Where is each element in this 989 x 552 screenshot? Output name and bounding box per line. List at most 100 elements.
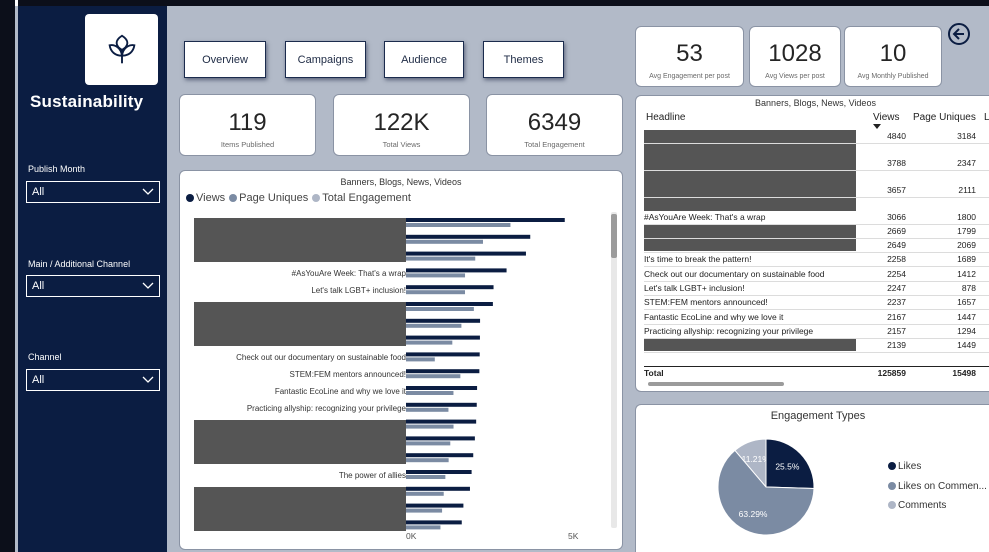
kpi-avg-views: 1028 Avg Views per post (749, 26, 841, 87)
bar-views[interactable] (406, 520, 462, 525)
table-cell-headline: Check out our documentary on sustainable… (644, 269, 825, 279)
bar-page-uniques[interactable] (406, 391, 454, 395)
table-cell-page-uniques: 1799 (957, 226, 976, 236)
bar-page-uniques[interactable] (406, 441, 451, 446)
bar-page-uniques[interactable] (406, 357, 435, 362)
bar-views[interactable] (406, 386, 478, 390)
bar-views[interactable] (406, 402, 477, 407)
legend-item-views[interactable]: Views (186, 192, 225, 204)
table-row-divider (644, 252, 989, 253)
col-header-likes[interactable]: L (984, 112, 989, 123)
bar-row-label: #AsYouAre Week: That's a wrap (291, 269, 406, 279)
table-row-divider (644, 143, 989, 144)
table-cell-views: 2669 (887, 226, 906, 236)
bar-page-uniques[interactable] (406, 424, 454, 429)
x-tick-0: 0K (406, 531, 417, 541)
publish-month-dropdown[interactable]: All (26, 181, 160, 203)
table-row-divider (644, 352, 989, 353)
col-header-headline[interactable]: Headline (646, 112, 685, 123)
bar-views[interactable] (406, 503, 464, 508)
bar-views[interactable] (406, 302, 493, 306)
pie-legend-likes-on-comments[interactable]: Likes on Commen... (888, 481, 987, 492)
table-row-divider (644, 238, 989, 239)
table-row-divider (644, 338, 989, 339)
back-arrow-icon[interactable] (947, 22, 971, 46)
bar-views[interactable] (406, 436, 475, 441)
headline-table-card: Banners, Blogs, News, Videos Headline Vi… (635, 95, 989, 392)
table-cell-headline: Practicing allyship: recognizing your pr… (644, 326, 814, 336)
bar-page-uniques[interactable] (406, 458, 449, 463)
table-cell-views: 2167 (887, 312, 906, 322)
bar-page-uniques[interactable] (406, 290, 466, 295)
col-header-views[interactable]: Views (873, 112, 900, 123)
kpi-value: 10 (879, 40, 907, 67)
pie-data-label: 63.29% (739, 509, 768, 519)
bar-views[interactable] (406, 268, 507, 273)
bar-page-uniques[interactable] (406, 239, 483, 244)
app-window: Sustainability Publish Month All Main / … (0, 0, 989, 552)
chart-legend: Views Page Uniques Total Engagement (186, 192, 411, 204)
filter-label-channel: Channel (28, 352, 62, 362)
kpi-total-engagement: 6349 Total Engagement (486, 94, 623, 156)
bar-views[interactable] (406, 470, 472, 474)
bar-page-uniques[interactable] (406, 508, 443, 513)
channel-dropdown[interactable]: All (26, 369, 160, 391)
kpi-avg-monthly-published: 10 Avg Monthly Published (844, 26, 942, 87)
legend-item-page-uniques[interactable]: Page Uniques (229, 192, 308, 204)
tab-audience[interactable]: Audience (384, 41, 464, 78)
legend-item-total-engagement[interactable]: Total Engagement (312, 192, 411, 204)
bar-page-uniques[interactable] (406, 374, 461, 379)
bar-views[interactable] (406, 234, 531, 239)
bar-page-uniques[interactable] (406, 323, 462, 328)
table-cell-page-uniques: 878 (961, 283, 976, 293)
table-cell-views: 2157 (887, 326, 906, 336)
bar-views[interactable] (406, 369, 480, 374)
kpi-value: 6349 (527, 109, 582, 136)
bar-views[interactable] (406, 453, 474, 458)
bar-row-labels: #AsYouAre Week: That's a wrap Let's talk … (190, 214, 406, 534)
kpi-value: 119 (228, 109, 267, 136)
table-cell-headline: Fantastic EcoLine and why we love it (644, 312, 784, 322)
chart-scrollbar[interactable] (611, 212, 617, 528)
bar-views[interactable] (406, 285, 494, 290)
bar-page-uniques[interactable] (406, 407, 449, 412)
bar-row-label: Check out our documentary on sustainable… (236, 353, 406, 363)
chevron-down-icon (142, 376, 154, 383)
bar-views[interactable] (406, 419, 477, 424)
kpi-items-published: 119 Items Published (179, 94, 316, 156)
bar-views[interactable] (406, 218, 565, 222)
bar-page-uniques[interactable] (406, 307, 474, 311)
tab-themes[interactable]: Themes (483, 41, 564, 78)
bar-views[interactable] (406, 486, 470, 491)
pie-legend-likes[interactable]: Likes (888, 461, 921, 472)
bar-views[interactable] (406, 352, 480, 357)
bar-views[interactable] (406, 318, 481, 323)
total-label: Total (644, 368, 664, 378)
bar-page-uniques[interactable] (406, 340, 453, 345)
bar-row-label: Let's talk LGBT+ inclusion! (311, 286, 406, 296)
table-cell-views: 2254 (887, 269, 906, 279)
table-row-divider (644, 281, 989, 282)
main-additional-channel-dropdown[interactable]: All (26, 275, 160, 297)
bar-page-uniques[interactable] (406, 491, 444, 496)
bar-page-uniques[interactable] (406, 256, 476, 261)
bar-page-uniques[interactable] (406, 273, 466, 278)
sidebar: Sustainability Publish Month All Main / … (18, 6, 167, 552)
tab-campaigns[interactable]: Campaigns (285, 41, 366, 78)
bar-page-uniques[interactable] (406, 525, 441, 530)
bar-views[interactable] (406, 335, 480, 340)
bar-page-uniques[interactable] (406, 475, 446, 479)
bar-row-label: Fantastic EcoLine and why we love it (274, 387, 406, 396)
bar-views[interactable] (406, 251, 526, 256)
tab-overview[interactable]: Overview (184, 41, 266, 78)
pie-legend-comments[interactable]: Comments (888, 500, 946, 511)
bar-page-uniques[interactable] (406, 223, 511, 227)
channel-value: All (32, 374, 45, 386)
chart-scroll-thumb[interactable] (611, 214, 617, 258)
table-title: Banners, Blogs, News, Videos (755, 98, 876, 108)
table-cell-page-uniques: 1800 (957, 212, 976, 222)
col-header-page-uniques[interactable]: Page Uniques (913, 112, 976, 123)
leaf-icon (108, 34, 135, 63)
bar-row-label: Practicing allyship: recognizing your pr… (246, 403, 406, 413)
table-h-scrollbar[interactable] (648, 382, 784, 386)
